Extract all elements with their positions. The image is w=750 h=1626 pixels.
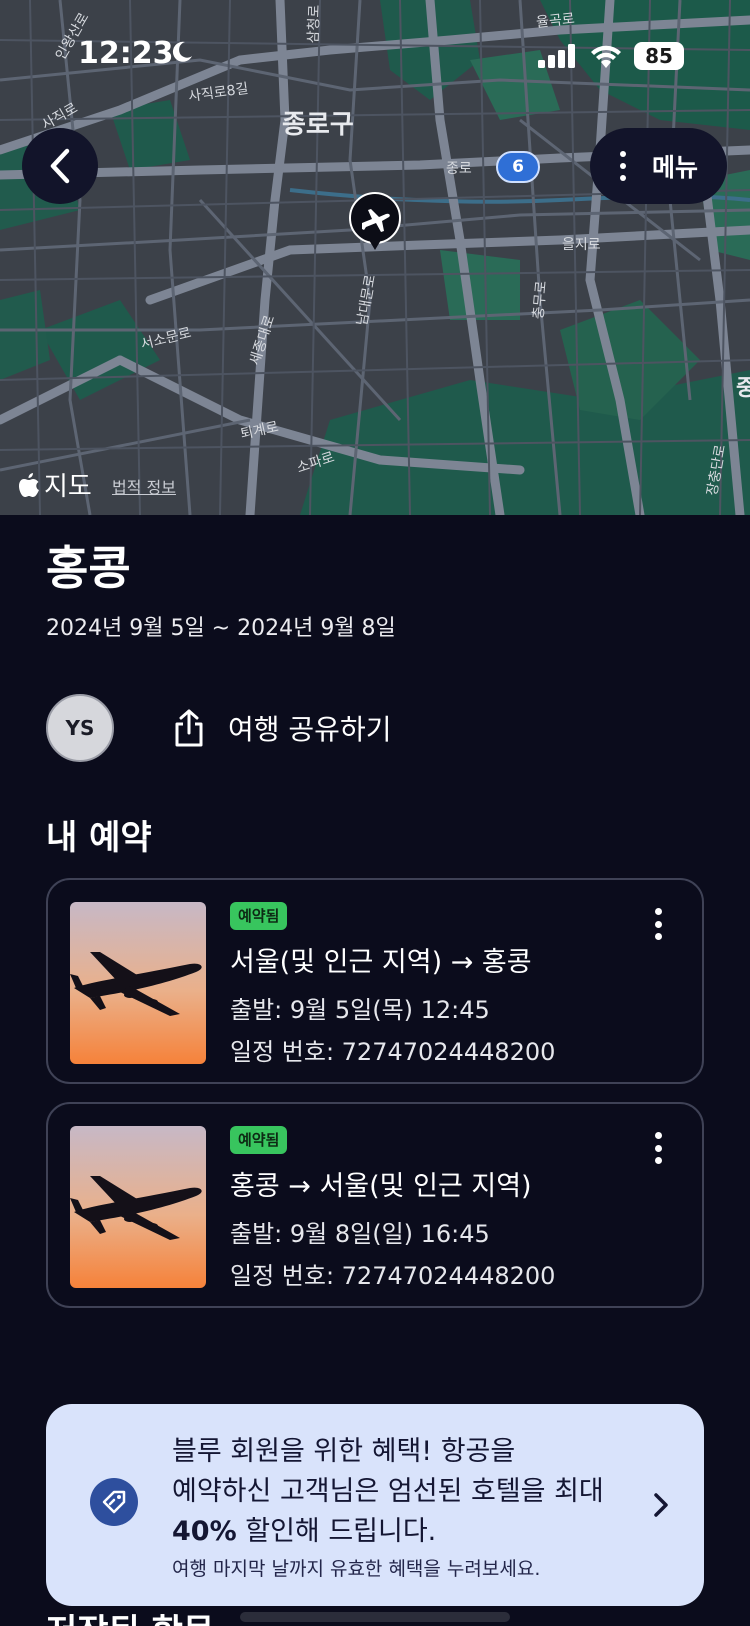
back-button[interactable] — [22, 128, 98, 204]
airport-pin-icon[interactable] — [348, 192, 402, 252]
avatar[interactable]: YS — [46, 694, 114, 762]
moon-icon — [172, 41, 192, 62]
section-title-reservations: 내 예약 — [46, 818, 152, 858]
apple-logo-icon — [19, 472, 39, 497]
more-options-icon[interactable] — [652, 908, 664, 940]
promo-line-3: 할인해 드립니다. — [236, 1516, 437, 1547]
itinerary-number: 일정 번호: 72747024448200 — [230, 1262, 556, 1290]
map-label-chungmuro: 충무로 — [530, 280, 550, 321]
map-label-jung: 중 — [736, 376, 750, 401]
map-background — [0, 0, 750, 515]
map-label-jongno: 종로 — [446, 161, 472, 177]
share-trip-label: 여행 공유하기 — [228, 713, 392, 746]
share-icon — [175, 709, 203, 747]
flight-thumbnail — [70, 902, 206, 1064]
flight-thumbnail — [70, 1126, 206, 1288]
promo-subtext: 여행 마지막 날까지 유효한 혜택을 누려보세요. — [172, 1558, 541, 1580]
share-trip-button[interactable]: 여행 공유하기 — [174, 708, 391, 748]
promo-line-2: 예약하신 고객님은 엄선된 호텔을 최대 — [172, 1476, 604, 1507]
chevron-right-icon — [654, 1493, 668, 1517]
wifi-icon — [591, 45, 621, 68]
status-time: 12:23 — [78, 36, 174, 71]
trip-dates: 2024년 9월 5일 ~ 2024년 9월 8일 — [46, 616, 396, 641]
coupon-tag-icon — [90, 1478, 138, 1526]
map-label-district: 종로구 — [282, 110, 354, 140]
cellular-signal-icon — [538, 44, 575, 68]
status-badge: 예약됨 — [230, 902, 288, 930]
status-badge: 예약됨 — [230, 1126, 288, 1154]
promo-banner[interactable]: 블루 회원을 위한 혜택! 항공을 예약하신 고객님은 엄선된 호텔을 최대 4… — [46, 1404, 704, 1606]
flight-route: 홍콩 → 서울(및 인근 지역) — [230, 1171, 532, 1202]
maps-attribution: 지도 — [18, 466, 92, 503]
battery-indicator: 85 — [634, 42, 684, 70]
map-view[interactable]: 종로구 종로 을지로 사직로8길 서소문로 퇴계로 소파로 세종대로 남대문로 … — [0, 0, 750, 515]
menu-label: 메뉴 — [652, 153, 699, 182]
more-vertical-icon — [618, 151, 628, 181]
map-label-euljiro: 을지로 — [562, 237, 601, 253]
more-options-icon[interactable] — [652, 1132, 664, 1164]
departure-time: 출발: 9월 8일(일) 16:45 — [230, 1220, 490, 1248]
chevron-left-icon — [50, 148, 70, 184]
reservation-card[interactable]: 예약됨 홍콩 → 서울(및 인근 지역) 출발: 9월 8일(일) 16:45 … — [46, 1102, 704, 1308]
menu-button[interactable]: 메뉴 — [590, 128, 727, 204]
home-indicator[interactable] — [240, 1612, 510, 1622]
maps-attribution-label: 지도 — [44, 472, 92, 502]
itinerary-number: 일정 번호: 72747024448200 — [230, 1038, 556, 1066]
promo-line-1: 블루 회원을 위한 혜택! 항공을 — [172, 1436, 516, 1467]
departure-time: 출발: 9월 5일(목) 12:45 — [230, 996, 490, 1024]
trip-title: 홍콩 — [46, 541, 131, 595]
promo-discount: 40% — [172, 1516, 237, 1547]
promo-message: 블루 회원을 위한 혜택! 항공을 예약하신 고객님은 엄선된 호텔을 최대 4… — [172, 1432, 642, 1552]
section-title-saved: 저장된 항목 — [46, 1604, 214, 1626]
map-label-yulgokro: 율곡로 — [535, 11, 576, 31]
legal-info-link[interactable]: 법적 정보 — [112, 474, 176, 498]
route-number-badge: 6 — [496, 151, 540, 183]
map-label-samcheong: 삼청로 — [305, 4, 323, 44]
reservation-card[interactable]: 예약됨 서울(및 인근 지역) → 홍콩 출발: 9월 5일(목) 12:45 … — [46, 878, 704, 1084]
flight-route: 서울(및 인근 지역) → 홍콩 — [230, 947, 532, 978]
